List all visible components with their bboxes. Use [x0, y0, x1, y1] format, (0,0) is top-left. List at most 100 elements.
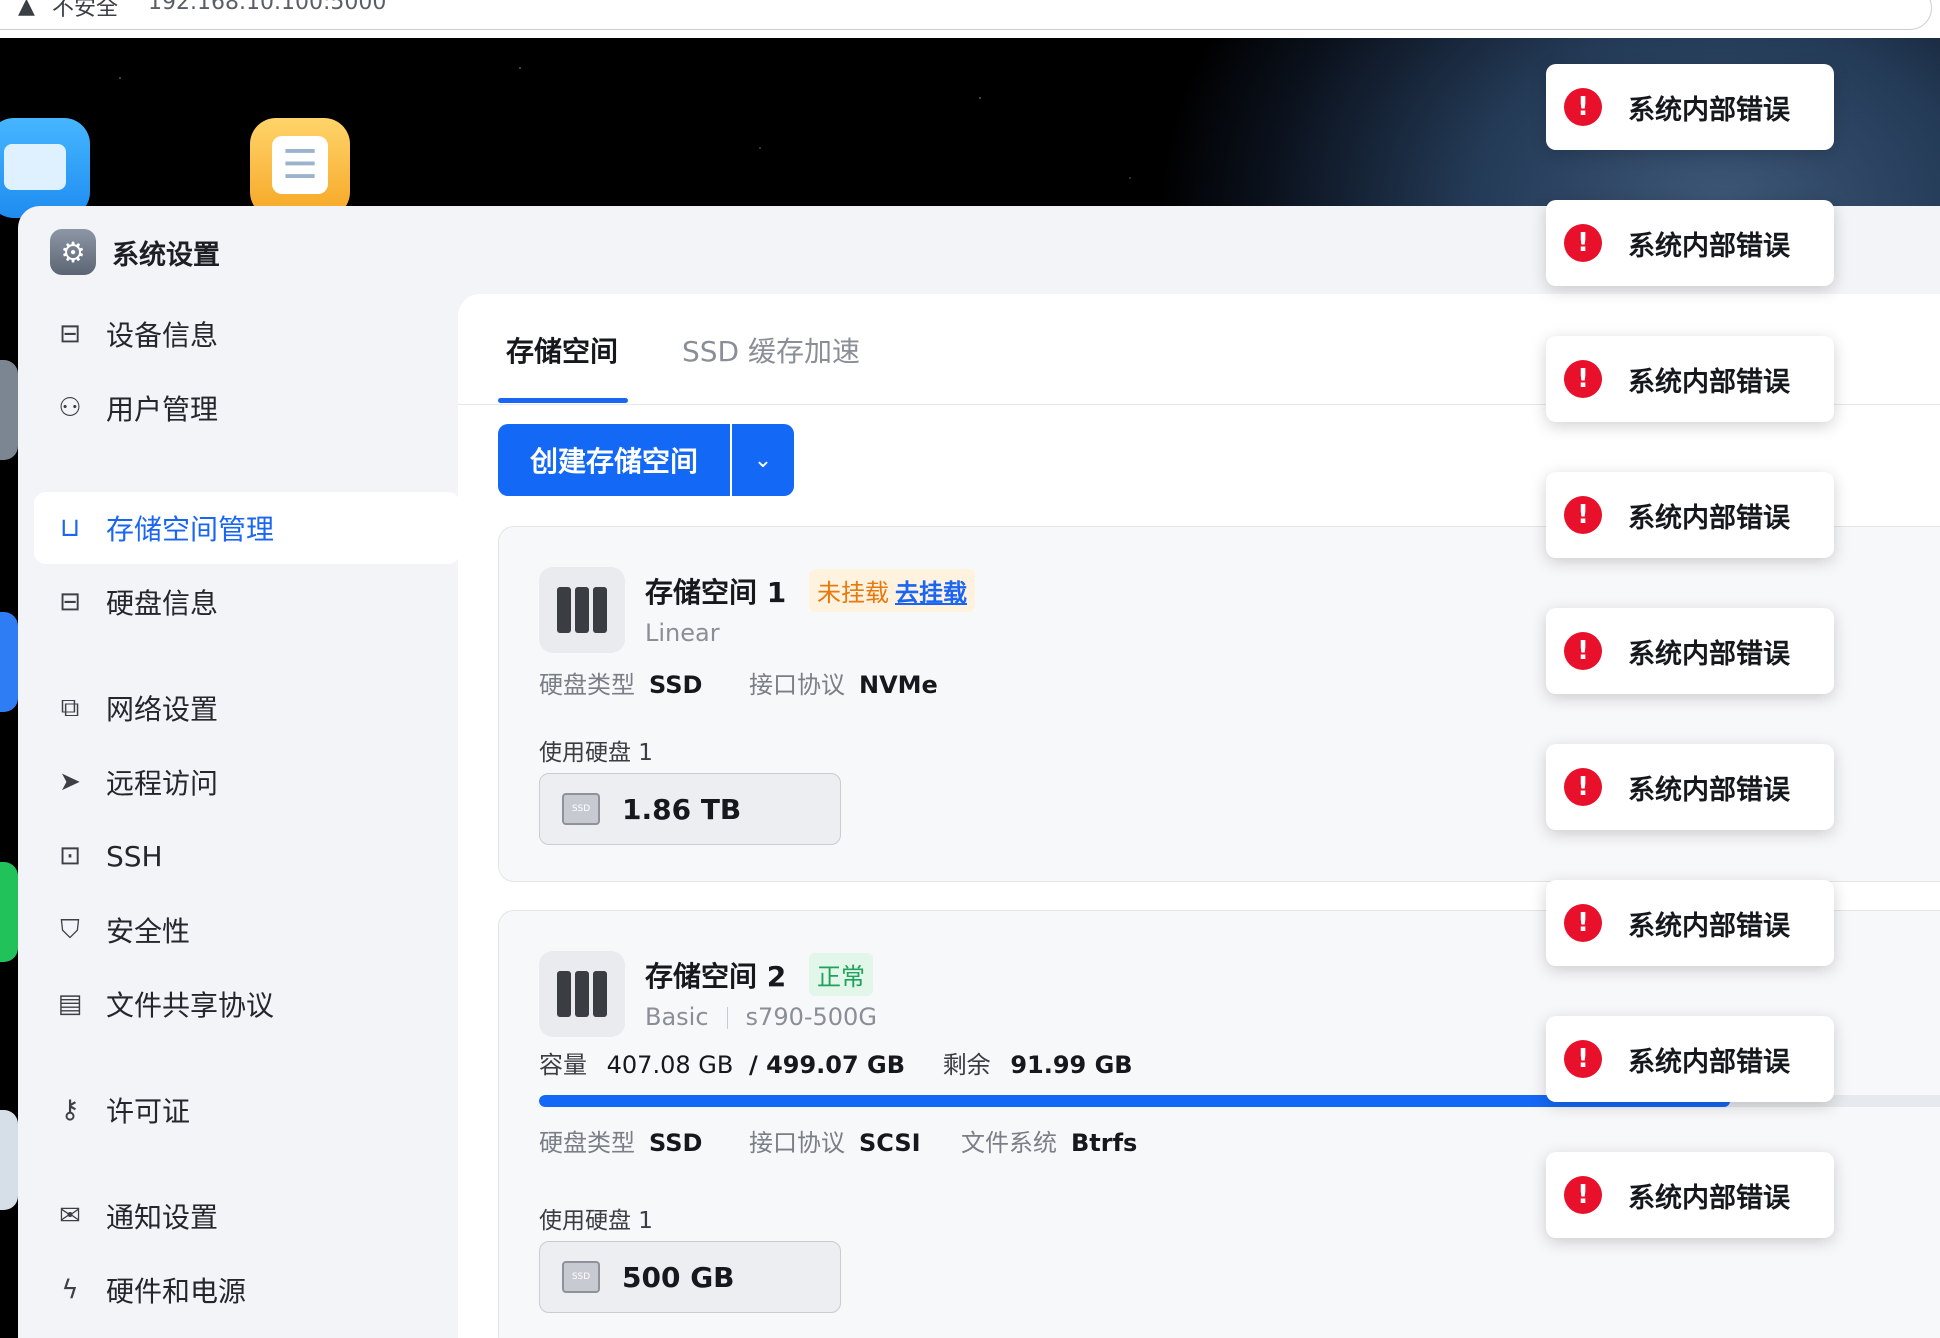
interface-field: 接口协议 SCSI — [749, 1123, 921, 1158]
warning-triangle-icon[interactable]: ▲ — [18, 0, 35, 19]
sidebar-item-label: 通知设置 — [106, 1201, 219, 1234]
sidebar-item-label: 硬件和电源 — [106, 1275, 247, 1308]
field-label: 接口协议 — [749, 671, 845, 699]
network-icon: ⧉ — [60, 692, 80, 723]
user-gear-icon: ⚇ — [58, 393, 82, 423]
disk-type-field: 硬盘类型 SSD — [539, 665, 702, 700]
error-toast[interactable]: ! 系统内部错误 — [1546, 64, 1834, 150]
tab-ssd-cache[interactable]: SSD 缓存加速 — [682, 330, 860, 370]
create-storage-button[interactable]: 创建存储空间 — [498, 424, 730, 496]
status-badge: 正常 — [809, 953, 873, 996]
exclamation-circle-icon: ! — [1564, 1176, 1602, 1214]
desktop-app-icon[interactable] — [0, 360, 18, 460]
filesystem-field: 文件系统 Btrfs — [961, 1123, 1137, 1158]
field-value: SCSI — [859, 1129, 921, 1157]
toast-message: 系统内部错误 — [1628, 910, 1790, 942]
error-toast[interactable]: ! 系统内部错误 — [1546, 336, 1834, 422]
field-label: 剩余 — [942, 1051, 991, 1079]
hard-drive-icon: ⊟ — [59, 319, 81, 349]
sidebar-item-label: 安全性 — [106, 915, 191, 948]
security-label[interactable]: 不安全 — [52, 0, 118, 22]
sidebar-item-device-info[interactable]: ⊟ 设备信息 — [34, 298, 460, 370]
browser-address-bar: ▲ 不安全 192.168.10.100:5000 — [0, 0, 1940, 39]
field-value: SSD — [649, 671, 703, 699]
toast-message: 系统内部错误 — [1628, 774, 1790, 806]
notes-app-icon[interactable] — [250, 118, 350, 218]
mail-icon: ✉ — [59, 1201, 81, 1231]
storage-pool-card: 存储空间 2 正常 Basic s790-500G 容量 407.08 GB / … — [498, 910, 1940, 1338]
error-toast[interactable]: ! 系统内部错误 — [1546, 472, 1834, 558]
window-title: 系统设置 — [112, 239, 220, 271]
chevron-down-icon[interactable]: ⌄ — [732, 424, 794, 496]
document-icon: ▤ — [57, 989, 83, 1019]
desktop-app-icon[interactable] — [0, 862, 18, 962]
sidebar-item-label: 网络设置 — [106, 693, 219, 726]
disk-type-field: 硬盘类型 SSD — [539, 1123, 702, 1158]
server-rack-icon — [539, 567, 625, 653]
pool-model: s790-500G — [745, 1003, 877, 1031]
files-app-icon[interactable] — [0, 118, 90, 218]
error-toast[interactable]: ! 系统内部错误 — [1546, 880, 1834, 966]
total-capacity: / 499.07 GB — [748, 1051, 906, 1079]
toast-message: 系统内部错误 — [1628, 230, 1790, 262]
sidebar-item-label: 许可证 — [106, 1095, 191, 1128]
pool-raid-type: Basic — [645, 1003, 709, 1031]
disk-chip[interactable]: SSD 500 GB — [539, 1241, 841, 1313]
pool-raid-type: Linear — [645, 619, 720, 647]
window-titlebar: ⚙ 系统设置 — [50, 228, 220, 276]
server-rack-icon — [539, 951, 625, 1037]
field-label: 文件系统 — [961, 1129, 1057, 1157]
sidebar-item-notifications[interactable]: ✉ 通知设置 — [34, 1180, 460, 1252]
exclamation-circle-icon: ! — [1564, 360, 1602, 398]
exclamation-circle-icon: ! — [1564, 496, 1602, 534]
field-value: Btrfs — [1071, 1129, 1138, 1157]
field-label: 接口协议 — [749, 1129, 845, 1157]
capacity-field: 容量 407.08 GB / 499.07 GB 剩余 91.99 GB — [539, 1045, 1133, 1080]
used-disks-label: 使用硬盘 1 — [539, 1208, 653, 1234]
exclamation-circle-icon: ! — [1564, 904, 1602, 942]
mount-link[interactable]: 去挂载 — [895, 579, 967, 607]
sidebar-item-file-sharing[interactable]: ▤ 文件共享协议 — [34, 968, 460, 1040]
error-toast[interactable]: ! 系统内部错误 — [1546, 608, 1834, 694]
sidebar-item-label: 用户管理 — [106, 393, 219, 426]
free-capacity: 91.99 GB — [1010, 1051, 1133, 1079]
error-toast[interactable]: ! 系统内部错误 — [1546, 200, 1834, 286]
sidebar-item-disk-info[interactable]: ⊟ 硬盘信息 — [34, 566, 460, 638]
sidebar-item-ssh[interactable]: ⊡ SSH — [34, 820, 460, 892]
pool-name: 存储空间 1 — [645, 576, 787, 609]
ssd-icon: SSD — [562, 1261, 600, 1293]
field-label: 容量 — [539, 1051, 587, 1079]
shield-icon: ⛉ — [60, 914, 80, 945]
exclamation-circle-icon: ! — [1564, 224, 1602, 262]
sidebar-item-remote-access[interactable]: ➤ 远程访问 — [34, 746, 460, 818]
exclamation-circle-icon: ! — [1564, 768, 1602, 806]
url-text[interactable]: 192.168.10.100:5000 — [148, 0, 386, 15]
desktop-app-icon[interactable] — [0, 612, 18, 712]
sidebar-item-license[interactable]: ⚷ 许可证 — [34, 1074, 460, 1146]
toast-message: 系统内部错误 — [1628, 1182, 1790, 1214]
tab-storage[interactable]: 存储空间 — [506, 330, 618, 370]
sidebar-item-hardware-power[interactable]: ϟ 硬件和电源 — [34, 1254, 460, 1326]
sidebar-item-storage[interactable]: ⊔ 存储空间管理 — [34, 492, 460, 564]
toast-message: 系统内部错误 — [1628, 366, 1790, 398]
field-label: 硬盘类型 — [539, 1129, 635, 1157]
hard-drive-icon: ⊟ — [59, 587, 81, 617]
error-toast[interactable]: ! 系统内部错误 — [1546, 744, 1834, 830]
inbox-icon: ⊔ — [59, 513, 81, 543]
power-plug-icon: ϟ — [61, 1275, 79, 1305]
error-toast[interactable]: ! 系统内部错误 — [1546, 1016, 1834, 1102]
used-capacity: 407.08 GB — [606, 1051, 734, 1079]
sidebar-item-users[interactable]: ⚇ 用户管理 — [34, 372, 460, 444]
toast-message: 系统内部错误 — [1628, 638, 1790, 670]
ssd-icon: SSD — [562, 793, 600, 825]
desktop-app-icon[interactable] — [0, 1110, 18, 1210]
sidebar-item-security[interactable]: ⛉ 安全性 — [34, 894, 460, 966]
error-toast[interactable]: ! 系统内部错误 — [1546, 1152, 1834, 1238]
send-icon: ➤ — [59, 767, 81, 797]
toast-message: 系统内部错误 — [1628, 1046, 1790, 1078]
disk-chip[interactable]: SSD 1.86 TB — [539, 773, 841, 845]
key-icon: ⚷ — [60, 1095, 80, 1125]
sidebar-item-network[interactable]: ⧉ 网络设置 — [34, 672, 460, 744]
field-value: SSD — [649, 1129, 703, 1157]
status-badge: 未挂载 去挂载 — [809, 569, 975, 612]
